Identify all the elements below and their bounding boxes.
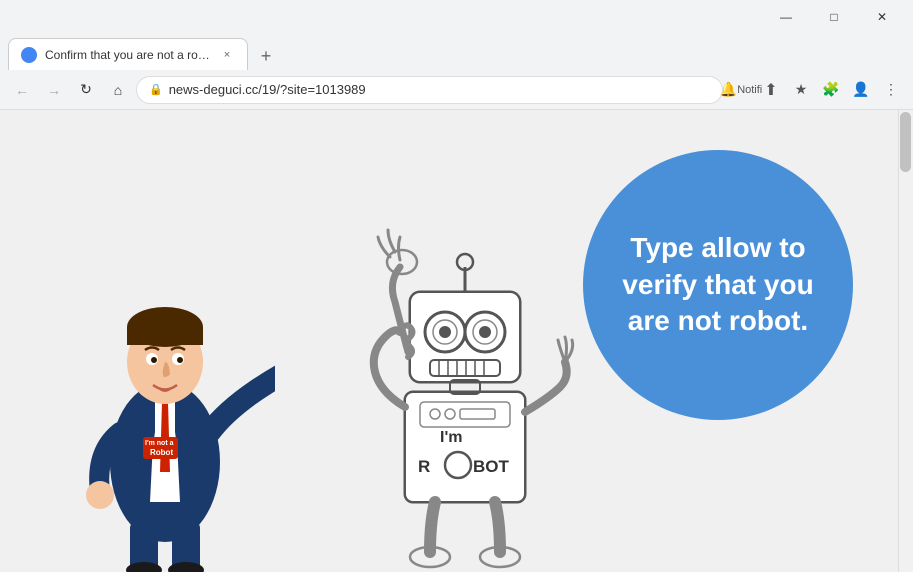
toolbar-icons: 🔔 Notifi ⬆ ★ 🧩 👤 ⋮: [727, 76, 905, 104]
scrollbar-thumb[interactable]: [900, 112, 911, 172]
businessman-illustration: I'm not a Robot: [55, 232, 275, 572]
svg-text:I'm: I'm: [440, 429, 462, 446]
page-content: Type allow to verify that you are not ro…: [0, 110, 913, 572]
profile-icon: 👤: [852, 81, 869, 98]
tab-favicon: [21, 47, 37, 63]
verification-text: Type allow to verify that you are not ro…: [583, 210, 853, 359]
navigation-bar: ← → ↻ ⌂ 🔒 news-deguci.cc/19/?site=101398…: [0, 70, 913, 110]
star-icon: ★: [795, 81, 808, 98]
robot-svg: I'm R BOT: [350, 212, 580, 572]
reload-button[interactable]: ↻: [72, 76, 100, 104]
more-options-icon: ⋮: [884, 81, 898, 98]
svg-text:I'm not a: I'm not a: [145, 440, 174, 447]
close-button[interactable]: ✕: [859, 3, 905, 31]
businessman-svg: I'm not a Robot: [55, 232, 275, 572]
tab-title: Confirm that you are not a robot: [45, 48, 211, 62]
forward-button[interactable]: →: [40, 76, 68, 104]
puzzle-icon: 🧩: [822, 81, 839, 98]
url-text: news-deguci.cc/19/?site=1013989: [169, 82, 710, 97]
home-button[interactable]: ⌂: [104, 76, 132, 104]
active-tab[interactable]: Confirm that you are not a robot ×: [8, 38, 248, 70]
browser-chrome: — □ ✕ Confirm that you are not a robot ×…: [0, 0, 913, 110]
scrollbar[interactable]: [898, 110, 913, 572]
title-bar: — □ ✕: [0, 0, 913, 34]
minimize-button[interactable]: —: [763, 3, 809, 31]
notifications-button[interactable]: 🔔 Notifi: [727, 76, 755, 104]
bookmark-button[interactable]: ★: [787, 76, 815, 104]
menu-button[interactable]: ⋮: [877, 76, 905, 104]
address-bar[interactable]: 🔒 news-deguci.cc/19/?site=1013989: [136, 76, 723, 104]
svg-text:BOT: BOT: [473, 457, 510, 476]
share-button[interactable]: ⬆: [757, 76, 785, 104]
svg-text:Robot: Robot: [150, 448, 173, 457]
new-tab-button[interactable]: +: [252, 42, 280, 70]
extensions-button[interactable]: 🧩: [817, 76, 845, 104]
notifications-icon: 🔔: [720, 81, 737, 98]
lock-icon: 🔒: [149, 83, 163, 96]
verification-circle: Type allow to verify that you are not ro…: [583, 150, 853, 420]
svg-text:R: R: [418, 457, 430, 476]
tab-close-button[interactable]: ×: [219, 47, 235, 63]
robot-illustration: I'm R BOT: [350, 212, 580, 572]
profile-button[interactable]: 👤: [847, 76, 875, 104]
tabs-bar: Confirm that you are not a robot × +: [0, 34, 913, 70]
share-icon: ⬆: [764, 80, 777, 100]
maximize-button[interactable]: □: [811, 3, 857, 31]
window-controls: — □ ✕: [763, 3, 905, 31]
back-button[interactable]: ←: [8, 76, 36, 104]
